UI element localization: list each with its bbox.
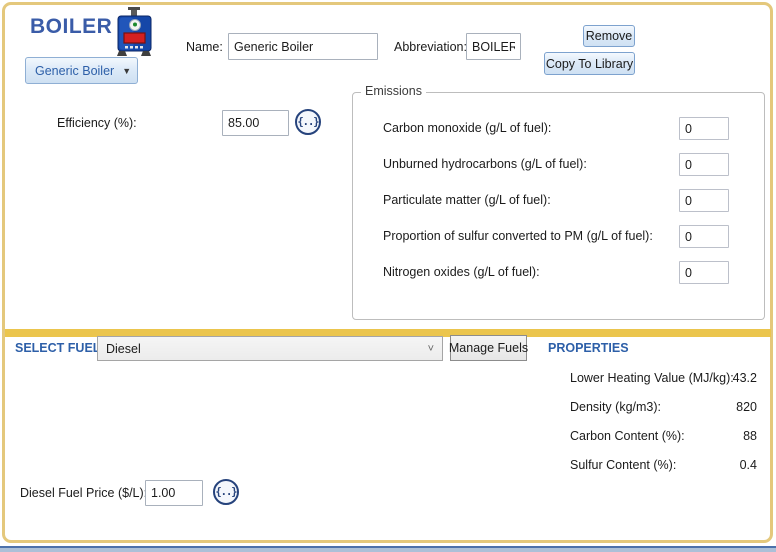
property-value-carbon-content: 88: [743, 429, 757, 443]
manage-fuels-button[interactable]: Manage Fuels: [449, 335, 528, 361]
boiler-config-window: BOILER Generic Boiler ▼ Name: Abbr: [0, 0, 776, 552]
emission-label-particulate-matter: Particulate matter (g/L of fuel):: [383, 193, 551, 207]
remove-button[interactable]: Remove: [583, 25, 635, 47]
property-value-density: 820: [736, 400, 757, 414]
emission-label-unburned-hydrocarbons: Unburned hydrocarbons (g/L of fuel):: [383, 157, 587, 171]
select-fuel-label: SELECT FUEL:: [15, 341, 105, 355]
emission-label-nitrogen-oxides: Nitrogen oxides (g/L of fuel):: [383, 265, 540, 279]
properties-title: PROPERTIES: [548, 341, 629, 355]
emission-label-carbon-monoxide: Carbon monoxide (g/L of fuel):: [383, 121, 552, 135]
efficiency-sensitivity-button[interactable]: {..}: [295, 109, 321, 135]
fuel-price-input[interactable]: [145, 480, 203, 506]
emission-label-sulfur-to-pm: Proportion of sulfur converted to PM (g/…: [383, 229, 653, 243]
component-selector-label: Generic Boiler: [35, 63, 115, 78]
bottom-panel-edge: [0, 546, 776, 552]
emissions-groupbox: Emissions Carbon monoxide (g/L of fuel):…: [352, 84, 765, 320]
component-selector-button[interactable]: Generic Boiler ▼: [25, 57, 138, 84]
name-input[interactable]: [228, 33, 378, 60]
page-title: BOILER: [30, 15, 113, 38]
emission-input-unburned-hydrocarbons[interactable]: [679, 153, 729, 176]
emission-input-nitrogen-oxides[interactable]: [679, 261, 729, 284]
emissions-groupbox-title: Emissions: [361, 84, 426, 98]
fuel-price-label: Diesel Fuel Price ($/L):: [20, 486, 148, 500]
dropdown-caret-icon: ▼: [122, 65, 132, 76]
property-label-density: Density (kg/m3):: [570, 400, 661, 414]
fuel-price-sensitivity-button[interactable]: {..}: [213, 479, 239, 505]
emission-input-carbon-monoxide[interactable]: [679, 117, 729, 140]
fuel-dropdown-value: Diesel: [106, 341, 141, 356]
property-value-lhv: 43.2: [732, 371, 757, 385]
name-label: Name:: [186, 40, 223, 54]
abbreviation-input[interactable]: [466, 33, 521, 60]
emission-input-sulfur-to-pm[interactable]: [679, 225, 729, 248]
boiler-icon: [110, 6, 158, 57]
abbreviation-label: Abbreviation:: [394, 40, 467, 54]
property-label-sulfur-content: Sulfur Content (%):: [570, 458, 677, 472]
efficiency-label: Efficiency (%):: [57, 116, 137, 130]
property-value-sulfur-content: 0.4: [739, 458, 757, 472]
emission-input-particulate-matter[interactable]: [679, 189, 729, 212]
property-label-carbon-content: Carbon Content (%):: [570, 429, 685, 443]
chevron-down-icon: ˅: [427, 342, 434, 355]
fuel-dropdown[interactable]: Diesel ˅: [97, 336, 443, 361]
copy-to-library-button[interactable]: Copy To Library: [544, 52, 635, 75]
efficiency-input[interactable]: [222, 110, 289, 136]
